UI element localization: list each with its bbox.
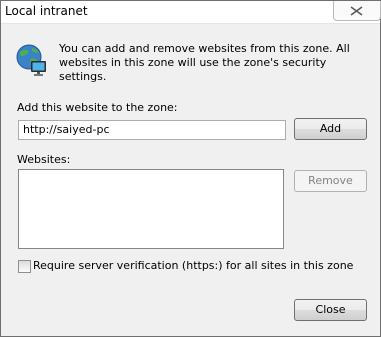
title-bar: Local intranet bbox=[1, 1, 381, 24]
require-verification-label: Require server verification (https:) for… bbox=[33, 259, 354, 272]
remove-button[interactable]: Remove bbox=[294, 170, 367, 192]
window-title: Local intranet bbox=[5, 4, 88, 18]
require-verification-checkbox[interactable] bbox=[18, 260, 31, 273]
add-website-label: Add this website to the zone: bbox=[17, 101, 178, 114]
close-button[interactable]: Close bbox=[294, 299, 367, 321]
close-x-icon bbox=[350, 6, 363, 16]
websites-label: Websites: bbox=[17, 153, 71, 166]
websites-list[interactable] bbox=[18, 169, 284, 249]
zone-description: You can add and remove websites from thi… bbox=[59, 42, 350, 83]
title-close-button[interactable] bbox=[333, 1, 381, 21]
website-url-input[interactable] bbox=[18, 120, 286, 140]
add-button[interactable]: Add bbox=[294, 118, 367, 140]
globe-network-icon bbox=[16, 44, 46, 76]
dialog-window: Local intranet You can add and remove we… bbox=[0, 0, 381, 337]
